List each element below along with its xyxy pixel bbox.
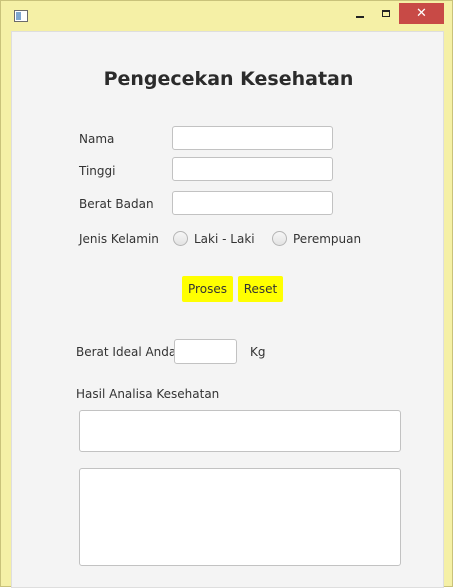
berat-ideal-label: Berat Ideal Anda	[76, 345, 177, 359]
title-bar[interactable]: ✕	[1, 1, 452, 31]
berat-badan-label: Berat Badan	[79, 197, 154, 211]
proses-button[interactable]: Proses	[182, 276, 233, 302]
tinggi-label: Tinggi	[79, 164, 116, 178]
jenis-kelamin-label: Jenis Kelamin	[79, 232, 159, 246]
berat-badan-field[interactable]	[172, 191, 333, 215]
radio-laki-laki[interactable]	[173, 231, 188, 246]
form-title: Pengecekan Kesehatan	[103, 68, 354, 90]
reset-button[interactable]: Reset	[238, 276, 283, 302]
radio-perempuan-label[interactable]: Perempuan	[293, 232, 361, 246]
close-icon: ✕	[416, 6, 427, 21]
radio-laki-laki-label[interactable]: Laki - Laki	[194, 232, 255, 246]
radio-perempuan[interactable]	[272, 231, 287, 246]
tinggi-field[interactable]	[172, 157, 333, 181]
app-window: ✕ Pengecekan Kesehatan Nama Tinggi Berat…	[0, 0, 453, 588]
nama-field[interactable]	[172, 126, 333, 150]
app-window-icon	[14, 10, 28, 22]
kg-unit-label: Kg	[250, 345, 266, 359]
maximize-button[interactable]	[373, 3, 399, 24]
analysis-summary-field[interactable]	[79, 410, 401, 452]
minimize-button[interactable]	[347, 3, 373, 24]
berat-ideal-field[interactable]	[174, 339, 237, 364]
maximize-icon	[382, 10, 390, 17]
analysis-detail-textarea[interactable]	[79, 468, 401, 566]
minimize-icon	[356, 15, 364, 18]
nama-label: Nama	[79, 132, 115, 146]
close-button[interactable]: ✕	[399, 3, 444, 24]
hasil-analisa-label: Hasil Analisa Kesehatan	[76, 387, 220, 401]
form-panel: Pengecekan Kesehatan Nama Tinggi Berat B…	[11, 31, 444, 588]
